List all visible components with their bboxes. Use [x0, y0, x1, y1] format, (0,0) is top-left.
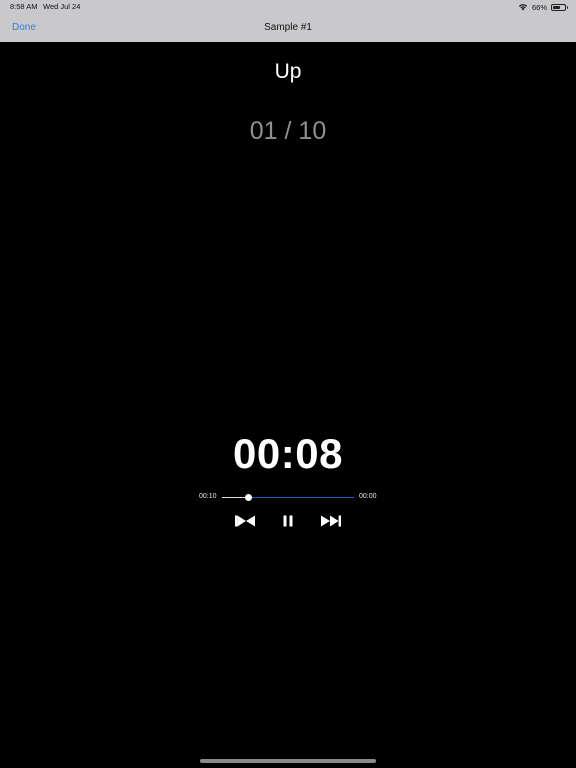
battery-percentage: 66% [531, 2, 547, 12]
countdown-timer: 00:08 [233, 430, 343, 477]
wifi-icon [518, 4, 528, 11]
exercise-title: Up [274, 60, 302, 83]
skip-forward-icon [321, 515, 341, 527]
next-button[interactable] [320, 514, 342, 528]
rep-counter: 01 / 10 [249, 117, 327, 145]
status-date: Wed Jul 24 [43, 2, 81, 11]
status-time: 8:58 AM [10, 2, 38, 11]
progress-slider[interactable] [222, 494, 354, 501]
previous-button[interactable] [234, 514, 256, 528]
skip-back-icon [235, 515, 255, 527]
remaining-time-label: 00:00 [359, 493, 377, 500]
status-indicators: 66% [518, 1, 568, 13]
elapsed-time-label: 00:10 [199, 493, 217, 500]
top-bar: 8:58 AM Wed Jul 24 66% Done Sample #1 [0, 0, 576, 42]
pause-button[interactable] [281, 514, 295, 528]
pause-icon [283, 515, 293, 527]
nav-title: Sample #1 [264, 22, 312, 33]
home-indicator[interactable] [200, 759, 376, 763]
battery-icon [551, 3, 568, 11]
battery-level-fill [553, 5, 561, 9]
progress-thumb[interactable] [244, 494, 252, 501]
